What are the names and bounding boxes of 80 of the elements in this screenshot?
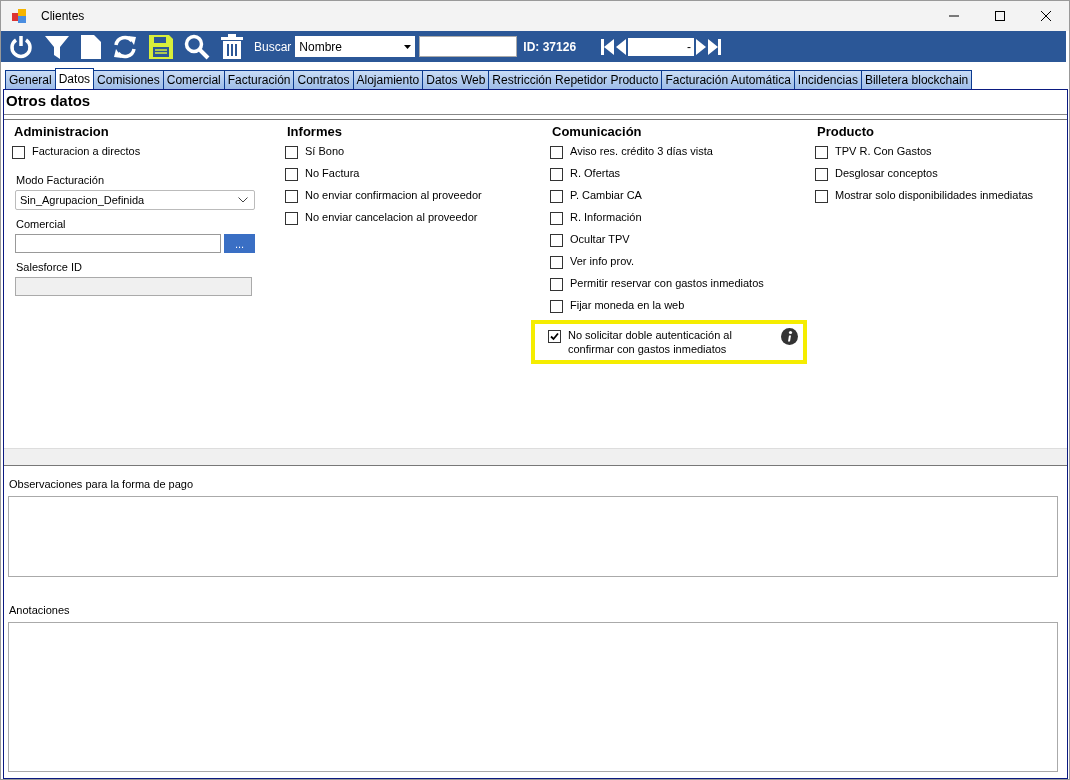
tab[interactable]: Comercial	[162, 70, 225, 89]
power-icon[interactable]	[8, 33, 34, 60]
field-label: Anotaciones	[9, 604, 71, 616]
checkbox-label: Mostrar solo disponibilidades inmediatas	[835, 188, 1034, 202]
checkbox[interactable]	[550, 234, 563, 247]
checkbox[interactable]	[550, 300, 563, 313]
group-heading: Comunicación	[551, 124, 643, 139]
text-field[interactable]	[15, 277, 252, 296]
tab[interactable]: Contratos	[293, 70, 354, 89]
trash-icon[interactable]	[220, 33, 244, 60]
filter-icon[interactable]	[44, 33, 70, 60]
field-label: Observaciones para la forma de pago	[9, 478, 195, 490]
checkbox[interactable]	[548, 330, 561, 343]
field-label: Comercial	[16, 218, 67, 230]
group-heading: Producto	[816, 124, 876, 139]
field-label: Modo Facturación	[16, 174, 106, 186]
checkbox[interactable]	[285, 190, 298, 203]
checkbox-label: Sí Bono	[305, 144, 345, 158]
checkbox-label: Desglosar conceptos	[835, 166, 938, 180]
checkbox[interactable]	[550, 190, 563, 203]
checkbox-label: Permitir reservar con gastos inmediatos	[570, 276, 764, 290]
checkbox-label: TPV R. Con Gastos	[835, 144, 932, 158]
caret-icon	[404, 44, 412, 49]
checkbox[interactable]	[550, 278, 563, 291]
checkbox-label: Ver info prov.	[570, 254, 634, 268]
tab[interactable]: Incidencias	[793, 70, 862, 89]
group-heading: Informes	[286, 124, 343, 139]
checkbox-label: R. Ofertas	[570, 166, 621, 180]
checkbox[interactable]	[550, 146, 563, 159]
tab[interactable]: Datos Web	[422, 70, 490, 89]
browse-button[interactable]: ...	[224, 234, 255, 253]
text-field[interactable]	[15, 234, 221, 253]
search-field[interactable]	[419, 36, 518, 57]
checkbox[interactable]	[550, 212, 563, 225]
app-icon	[11, 8, 27, 24]
refresh-icon[interactable]	[112, 33, 138, 60]
checkbox-label: No solicitar doble autenticación al confirmar con gastos inmediatos	[568, 328, 733, 356]
tab[interactable]: Billetera blockchain	[860, 70, 973, 89]
checkbox-label: Fijar moneda en la web	[570, 298, 685, 312]
checkbox-label: R. Información	[570, 210, 642, 224]
checkbox-label: No Factura	[305, 166, 360, 180]
maximize-icon[interactable]	[994, 10, 1006, 22]
checkbox-label: Facturacion a directos	[32, 144, 141, 158]
checkbox[interactable]	[285, 146, 298, 159]
checkbox[interactable]	[12, 146, 25, 159]
tab[interactable]: Comisiones	[93, 70, 164, 89]
checkbox-label: Aviso res. crédito 3 días vista	[570, 144, 713, 158]
section-title: Otros datos	[4, 90, 1067, 115]
checkbox-label: Ocultar TPV	[570, 232, 630, 246]
chevron-icon	[238, 197, 248, 203]
first-record-icon[interactable]	[601, 38, 615, 55]
checkbox[interactable]	[285, 168, 298, 181]
search-icon[interactable]	[184, 33, 210, 60]
checkbox[interactable]	[550, 168, 563, 181]
last-record-icon[interactable]	[708, 38, 722, 55]
info-icon[interactable]	[781, 328, 798, 345]
checkbox[interactable]	[285, 212, 298, 225]
document-icon[interactable]	[80, 33, 102, 60]
id-label: ID: 37126	[523, 39, 577, 54]
tab[interactable]: Restricción Repetidor Producto	[488, 70, 663, 89]
tab[interactable]: Facturación Automática	[661, 70, 795, 89]
tab[interactable]: Facturación	[223, 70, 295, 89]
save-icon[interactable]	[148, 33, 174, 60]
field-label: Salesforce ID	[16, 261, 84, 273]
search-label: Buscar	[254, 39, 292, 54]
dropdown[interactable]: Sin_Agrupacion_Definida	[15, 190, 255, 210]
close-icon[interactable]	[1040, 10, 1052, 22]
checkbox-label: No enviar confirmacion al proveedor	[305, 188, 482, 202]
group-heading: Administracion	[13, 124, 110, 139]
horizontal-scrollbar[interactable]	[4, 448, 1067, 465]
checkbox[interactable]	[550, 256, 563, 269]
window-title: Clientes	[41, 9, 85, 23]
tab[interactable]: General	[5, 70, 56, 89]
checkbox[interactable]	[815, 190, 828, 203]
search-field-dropdown[interactable]: Nombre	[295, 36, 416, 57]
checkbox-label: No enviar cancelacion al proveedor	[305, 210, 478, 224]
checkbox[interactable]	[815, 146, 828, 159]
tab[interactable]: Alojamiento	[352, 70, 424, 89]
checkbox-label: P. Cambiar CA	[570, 188, 642, 202]
checkbox[interactable]	[815, 168, 828, 181]
